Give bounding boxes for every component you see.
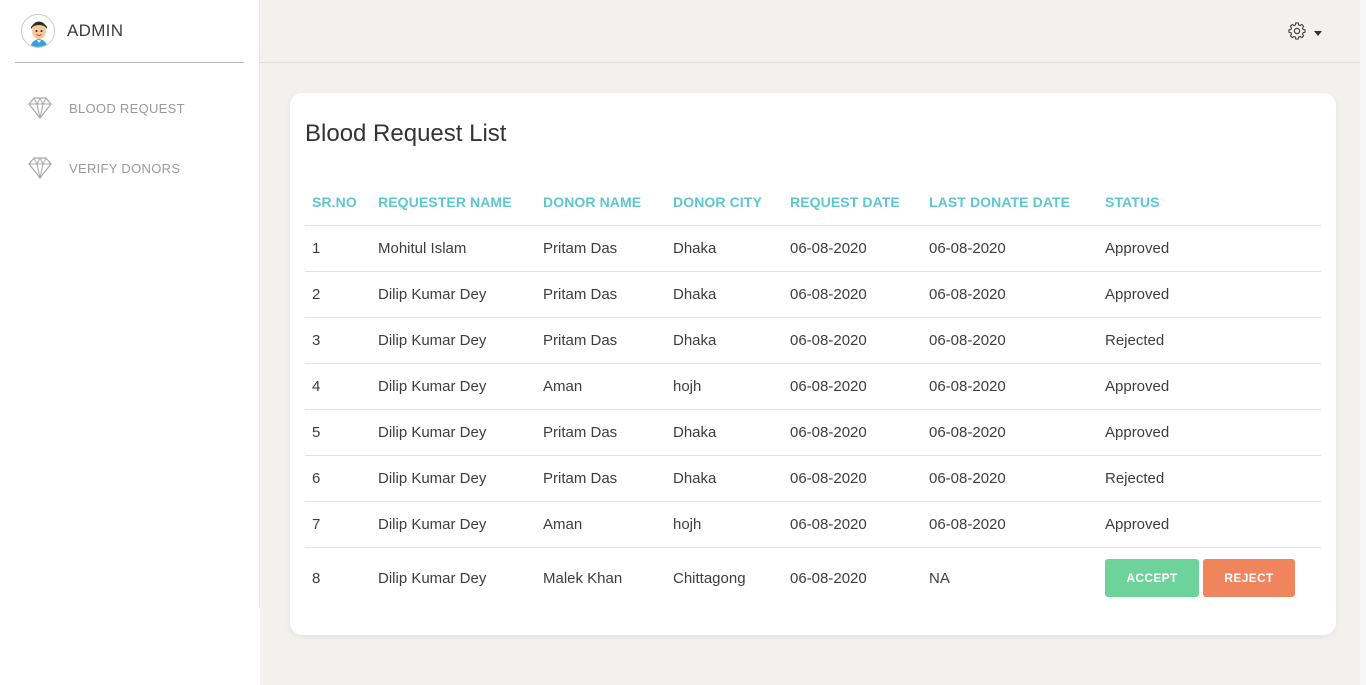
table-row: 3 Dilip Kumar Dey Pritam Das Dhaka 06-08… bbox=[305, 316, 1321, 363]
accept-button[interactable]: ACCEPT bbox=[1105, 559, 1199, 598]
sidebar-nav: BLOOD REQUEST VERIFY DONORS bbox=[0, 78, 259, 198]
table-row: 7 Dilip Kumar Dey Aman hojh 06-08-2020 0… bbox=[305, 500, 1321, 547]
cell-sr-no: 3 bbox=[305, 316, 371, 363]
sidebar-item-label: BLOOD REQUEST bbox=[69, 100, 185, 116]
sidebar-item-blood-request[interactable]: BLOOD REQUEST bbox=[0, 78, 259, 138]
blood-request-card: Blood Request List SR.NO REQUESTER NAME … bbox=[290, 93, 1336, 635]
brand: ADMIN bbox=[15, 0, 244, 63]
diamond-icon bbox=[28, 96, 52, 120]
cell-requester-name: Dilip Kumar Dey bbox=[371, 362, 536, 409]
diamond-icon bbox=[28, 156, 52, 180]
settings-dropdown-toggle[interactable] bbox=[1288, 22, 1322, 45]
topbar bbox=[260, 0, 1366, 63]
cell-request-date: 06-08-2020 bbox=[783, 362, 922, 409]
column-header-donor-name: DONOR NAME bbox=[543, 193, 642, 210]
cell-donor-city: Dhaka bbox=[666, 408, 783, 455]
table-row: 5 Dilip Kumar Dey Pritam Das Dhaka 06-08… bbox=[305, 408, 1321, 455]
table-row: 8 Dilip Kumar Dey Malek Khan Chittagong … bbox=[305, 546, 1321, 609]
brand-name: ADMIN bbox=[67, 21, 124, 40]
cell-donor-name: Pritam Das bbox=[536, 408, 666, 455]
cell-requester-name: Dilip Kumar Dey bbox=[371, 316, 536, 363]
cell-sr-no: 4 bbox=[305, 362, 371, 409]
cell-requester-name: Dilip Kumar Dey bbox=[371, 270, 536, 317]
column-header-sr-no: SR.NO bbox=[312, 193, 357, 210]
cell-last-donate-date: 06-08-2020 bbox=[922, 500, 1098, 547]
cell-request-date: 06-08-2020 bbox=[783, 408, 922, 455]
cell-sr-no: 2 bbox=[305, 270, 371, 317]
cell-request-date: 06-08-2020 bbox=[783, 316, 922, 363]
cell-donor-city: Dhaka bbox=[666, 224, 783, 271]
column-header-request-date: REQUEST DATE bbox=[790, 193, 900, 210]
user-avatar-icon[interactable] bbox=[21, 14, 55, 48]
caret-down-icon bbox=[1314, 31, 1322, 36]
cell-donor-name: Pritam Das bbox=[536, 454, 666, 501]
cell-last-donate-date: 06-08-2020 bbox=[922, 408, 1098, 455]
sidebar-item-label: VERIFY DONORS bbox=[69, 160, 181, 176]
cell-request-date: 06-08-2020 bbox=[783, 500, 922, 547]
cell-sr-no: 1 bbox=[305, 224, 371, 271]
cell-donor-city: hojh bbox=[666, 500, 783, 547]
column-header-requester-name: REQUESTER NAME bbox=[378, 193, 512, 210]
scrollbar[interactable] bbox=[1360, 0, 1366, 685]
cell-donor-name: Pritam Das bbox=[536, 270, 666, 317]
cell-status: Rejected bbox=[1098, 316, 1321, 363]
cell-donor-name: Malek Khan bbox=[536, 546, 666, 609]
cell-last-donate-date: 06-08-2020 bbox=[922, 270, 1098, 317]
blood-request-table: SR.NO REQUESTER NAME DONOR NAME DONOR CI… bbox=[305, 179, 1321, 609]
column-header-donor-city: DONOR CITY bbox=[673, 193, 762, 210]
sidebar-border bbox=[259, 0, 260, 608]
cell-last-donate-date: NA bbox=[922, 546, 1098, 609]
cell-sr-no: 6 bbox=[305, 454, 371, 501]
table-row: 1 Mohitul Islam Pritam Das Dhaka 06-08-2… bbox=[305, 224, 1321, 271]
cell-last-donate-date: 06-08-2020 bbox=[922, 224, 1098, 271]
sidebar: ADMIN BLOOD REQUEST VERIFY DONORS bbox=[0, 0, 260, 685]
cell-requester-name: Mohitul Islam bbox=[371, 224, 536, 271]
cell-requester-name: Dilip Kumar Dey bbox=[371, 500, 536, 547]
cell-status: Approved bbox=[1098, 270, 1321, 317]
table-row: 4 Dilip Kumar Dey Aman hojh 06-08-2020 0… bbox=[305, 362, 1321, 409]
cell-sr-no: 5 bbox=[305, 408, 371, 455]
table-header-row: SR.NO REQUESTER NAME DONOR NAME DONOR CI… bbox=[305, 179, 1321, 225]
cell-donor-city: hojh bbox=[666, 362, 783, 409]
cell-sr-no: 8 bbox=[305, 546, 371, 609]
cell-donor-name: Aman bbox=[536, 500, 666, 547]
column-header-last-donate-date: LAST DONATE DATE bbox=[929, 193, 1071, 210]
cell-donor-city: Chittagong bbox=[666, 546, 783, 609]
cell-requester-name: Dilip Kumar Dey bbox=[371, 408, 536, 455]
cell-last-donate-date: 06-08-2020 bbox=[922, 362, 1098, 409]
page-title: Blood Request List bbox=[305, 120, 507, 147]
cell-status-actions: ACCEPT REJECT bbox=[1098, 546, 1321, 609]
cell-last-donate-date: 06-08-2020 bbox=[922, 454, 1098, 501]
cell-request-date: 06-08-2020 bbox=[783, 224, 922, 271]
cell-last-donate-date: 06-08-2020 bbox=[922, 316, 1098, 363]
cell-donor-name: Pritam Das bbox=[536, 316, 666, 363]
cell-status: Rejected bbox=[1098, 454, 1321, 501]
cell-status: Approved bbox=[1098, 362, 1321, 409]
gear-icon bbox=[1288, 22, 1306, 45]
cell-request-date: 06-08-2020 bbox=[783, 454, 922, 501]
table-row: 2 Dilip Kumar Dey Pritam Das Dhaka 06-08… bbox=[305, 270, 1321, 317]
cell-donor-city: Dhaka bbox=[666, 270, 783, 317]
cell-donor-city: Dhaka bbox=[666, 454, 783, 501]
cell-requester-name: Dilip Kumar Dey bbox=[371, 546, 536, 609]
cell-status: Approved bbox=[1098, 408, 1321, 455]
cell-sr-no: 7 bbox=[305, 500, 371, 547]
table-row: 6 Dilip Kumar Dey Pritam Das Dhaka 06-08… bbox=[305, 454, 1321, 501]
cell-request-date: 06-08-2020 bbox=[783, 270, 922, 317]
cell-status: Approved bbox=[1098, 500, 1321, 547]
cell-status: Approved bbox=[1098, 224, 1321, 271]
cell-donor-city: Dhaka bbox=[666, 316, 783, 363]
reject-button[interactable]: REJECT bbox=[1203, 559, 1295, 598]
cell-donor-name: Aman bbox=[536, 362, 666, 409]
cell-request-date: 06-08-2020 bbox=[783, 546, 922, 609]
cell-requester-name: Dilip Kumar Dey bbox=[371, 454, 536, 501]
sidebar-item-verify-donors[interactable]: VERIFY DONORS bbox=[0, 138, 259, 198]
cell-donor-name: Pritam Das bbox=[536, 224, 666, 271]
column-header-status: STATUS bbox=[1105, 193, 1160, 210]
